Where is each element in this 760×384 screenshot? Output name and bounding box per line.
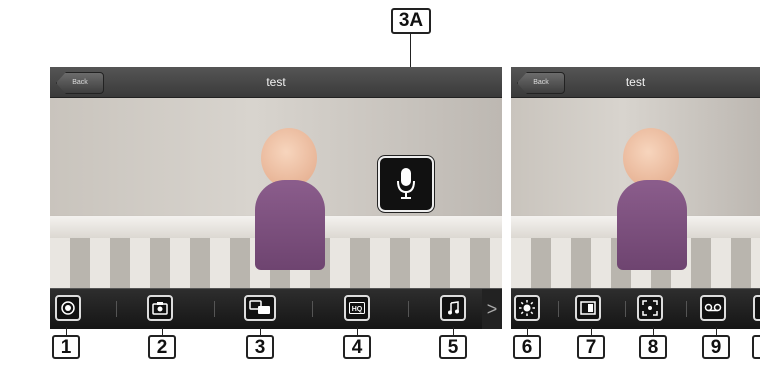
right-screen: Back test <box>511 67 760 329</box>
callout-5: 5 <box>439 335 467 359</box>
microphone-icon <box>397 168 415 199</box>
video-feed[interactable] <box>50 98 502 289</box>
callout-10-partial <box>752 335 760 359</box>
brightness-icon <box>519 300 535 316</box>
snapshot-button[interactable] <box>147 295 173 321</box>
next-page-arrow[interactable]: > <box>482 289 502 329</box>
left-screen: Back test HQ > <box>50 67 502 329</box>
music-icon <box>448 301 459 315</box>
display-button[interactable] <box>575 295 601 321</box>
bottom-toolbar <box>511 288 760 329</box>
callout-7: 7 <box>577 335 605 359</box>
talk-button[interactable] <box>244 295 276 321</box>
mic-button[interactable] <box>380 158 432 210</box>
partial-button[interactable] <box>753 295 760 321</box>
hq-icon: HQ <box>349 302 365 314</box>
title-bar: Back test <box>50 67 502 98</box>
callout-3a: 3A <box>391 8 431 34</box>
zoom-icon <box>642 300 658 316</box>
callout-4: 4 <box>343 335 371 359</box>
svg-text:HQ: HQ <box>352 306 363 313</box>
callout-6: 6 <box>513 335 541 359</box>
callout-2: 2 <box>148 335 176 359</box>
video-feed[interactable] <box>511 98 760 289</box>
display-icon <box>580 301 596 315</box>
callout-3: 3 <box>246 335 274 359</box>
callout-1: 1 <box>52 335 80 359</box>
lullaby-button[interactable] <box>440 295 466 321</box>
record-icon <box>61 301 75 315</box>
title-bar: Back test <box>511 67 760 98</box>
hq-button[interactable]: HQ <box>344 295 370 321</box>
voicemail-icon <box>704 303 722 312</box>
brightness-button[interactable] <box>514 295 540 321</box>
record-button[interactable] <box>55 295 81 321</box>
page-title: test <box>266 75 286 89</box>
bottom-toolbar: HQ > <box>50 288 502 329</box>
camera-icon <box>152 302 168 315</box>
callout-9: 9 <box>702 335 730 359</box>
talk-icon <box>249 300 270 314</box>
zoom-button[interactable] <box>637 295 663 321</box>
callout-8: 8 <box>639 335 667 359</box>
voicemail-button[interactable] <box>700 295 726 321</box>
page-title: test <box>625 75 646 89</box>
